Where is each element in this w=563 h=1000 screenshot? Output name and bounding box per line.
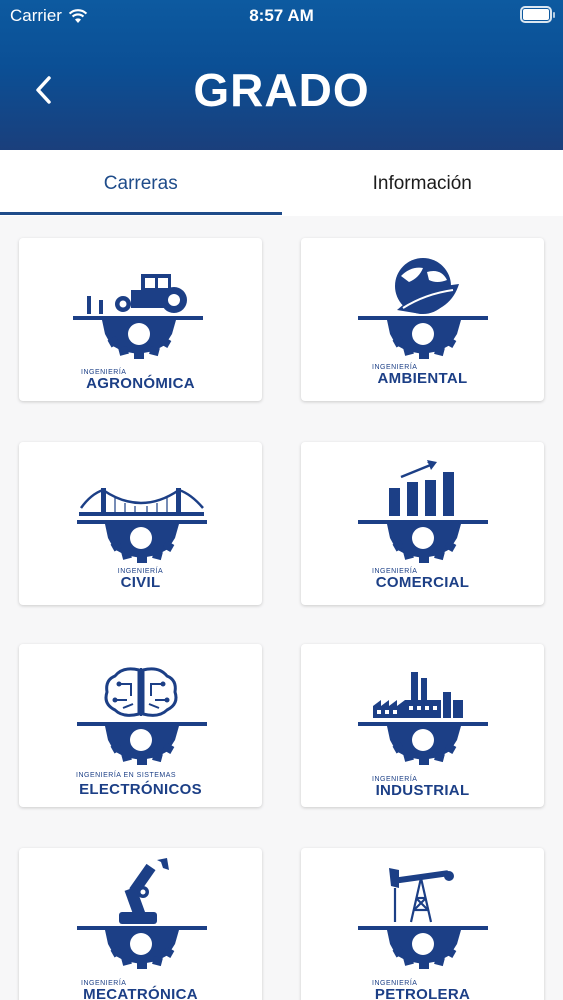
career-card-mecatronica[interactable]: INGENIERÍA MECATRÓNICA <box>19 848 262 1000</box>
circuit-brain-gear-icon <box>77 667 207 765</box>
career-card-industrial[interactable]: INGENIERÍA INDUSTRIAL <box>301 644 544 807</box>
globe-leaf-gear-icon <box>358 258 488 359</box>
career-name: PETROLERA <box>374 986 471 1000</box>
career-card-petrolera[interactable]: INGENIERÍA PETROLERA <box>301 848 544 1000</box>
bar-chart-gear-icon <box>358 460 488 563</box>
career-name: AMBIENTAL <box>377 370 468 387</box>
page-title: GRADO <box>193 64 370 116</box>
app-header: Carrier 8:57 AM GRADO <box>0 0 563 150</box>
status-bar: Carrier 8:57 AM <box>0 0 563 30</box>
factory-gear-icon <box>358 672 488 765</box>
tractor-gear-icon <box>73 274 203 359</box>
robot-arm-gear-icon <box>77 858 207 969</box>
career-name: ELECTRÓNICOS <box>79 781 202 798</box>
career-card-ambiental[interactable]: INGENIERÍA AMBIENTAL <box>301 238 544 401</box>
tab-informacion[interactable]: Información <box>282 150 563 216</box>
career-name: CIVIL <box>120 574 161 591</box>
oil-pump-gear-icon <box>358 868 488 969</box>
career-card-agronomica[interactable]: INGENIERÍA AGRONÓMICA <box>19 238 262 401</box>
career-card-electronicos[interactable]: INGENIERÍA EN SISTEMAS ELECTRÓNICOS <box>19 644 262 807</box>
battery-icon <box>520 6 555 23</box>
career-name: MECATRÓNICA <box>83 986 198 1000</box>
career-prefix: INGENIERÍA EN SISTEMAS <box>76 772 177 779</box>
career-name: COMERCIAL <box>375 574 470 591</box>
status-time: 8:57 AM <box>249 6 314 25</box>
bridge-gear-icon <box>77 488 207 563</box>
career-card-civil[interactable]: INGENIERÍA CIVIL <box>19 442 262 605</box>
tab-bar: Carreras Información <box>0 150 563 216</box>
career-name: INDUSTRIAL <box>375 782 470 799</box>
career-name: AGRONÓMICA <box>86 375 195 392</box>
tab-carreras[interactable]: Carreras <box>0 150 282 216</box>
career-card-comercial[interactable]: INGENIERÍA COMERCIAL <box>301 442 544 605</box>
